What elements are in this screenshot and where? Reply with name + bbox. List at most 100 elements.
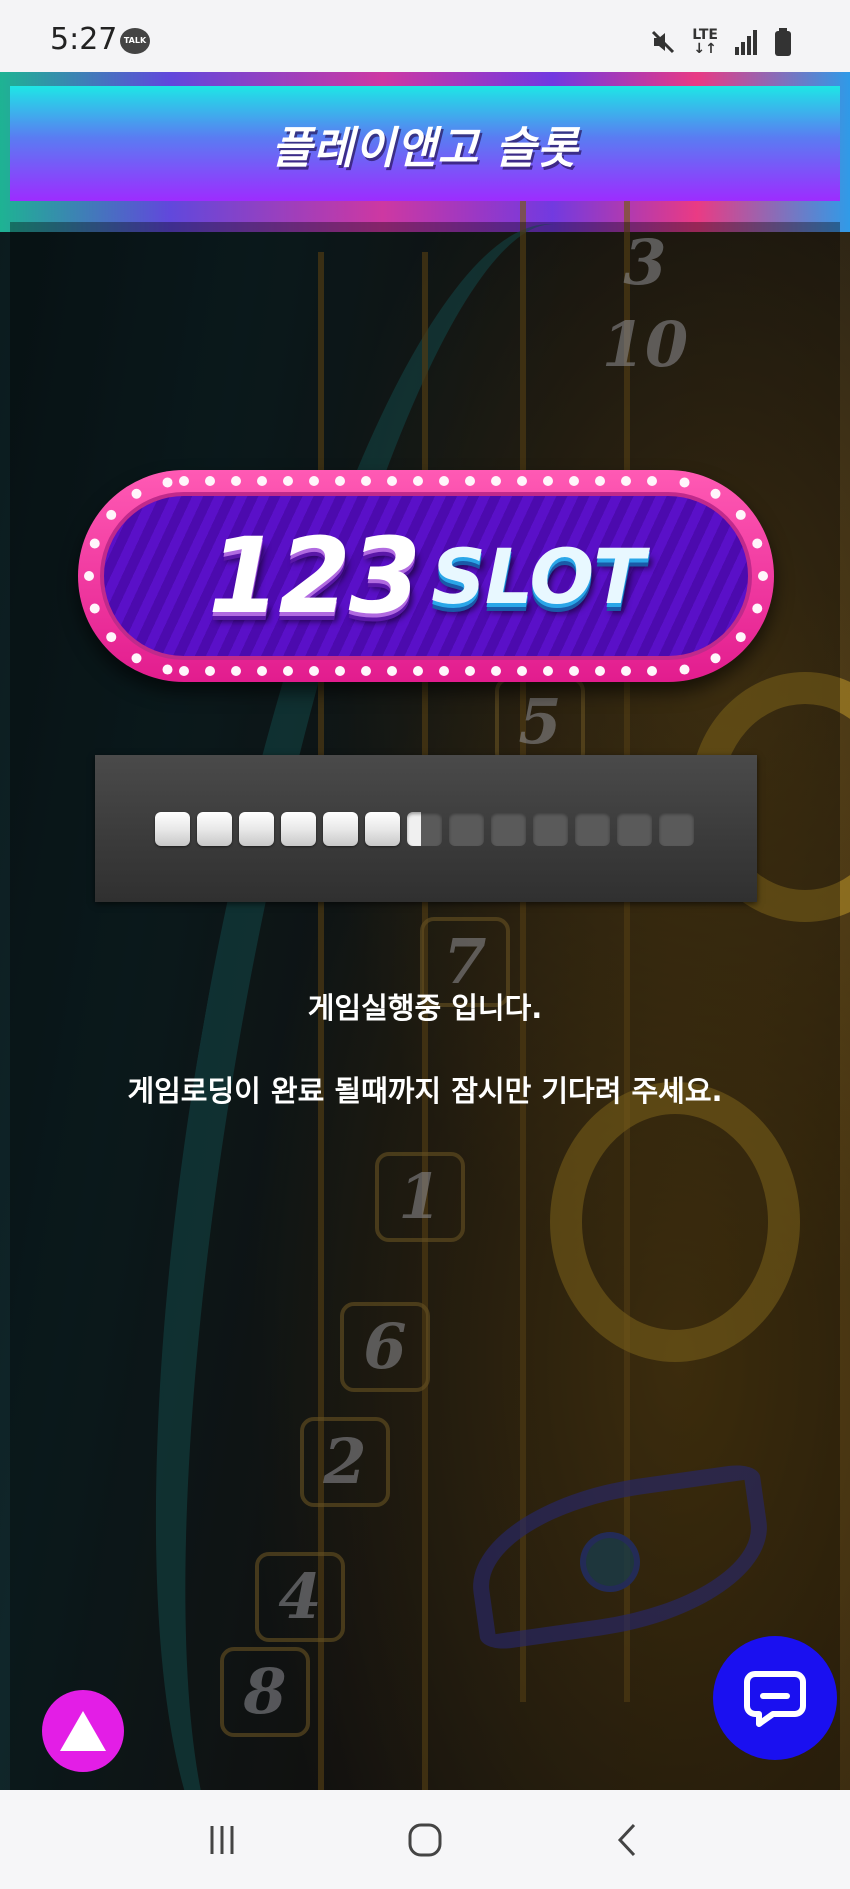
back-icon [618,1823,636,1856]
marquee-bulb [89,603,100,614]
page-title: 플레이앤고 슬롯 [271,122,579,174]
loading-segment [407,812,442,846]
marquee-bulb [283,476,293,486]
logo-word: SLOT [431,531,645,621]
marquee-bulb [679,477,690,488]
loading-segment [533,812,568,846]
loading-segment [449,812,484,846]
marquee-bulb [413,476,423,486]
chat-bubble-icon [744,1671,806,1727]
loading-segment [365,812,400,846]
marquee-bulb [335,666,345,676]
marquee-bulb [439,476,449,486]
marquee-bulb [106,632,117,643]
marquee-bulb [84,571,94,581]
back-button[interactable] [598,1810,658,1870]
loading-segment [239,812,274,846]
marquee-bulb [710,653,721,664]
battery-icon [774,28,792,56]
marquee-bulb [89,538,100,549]
marquee-bulb [569,476,579,486]
marquee-bulb [309,476,319,486]
triangle-up-icon [60,1711,106,1751]
marquee-bulb [257,476,267,486]
loading-segment [617,812,652,846]
marquee-bulb [439,666,449,676]
marquee-bulb [735,632,746,643]
marquee-bulb [231,476,241,486]
marquee-bulb [361,666,371,676]
marquee-bulb [309,666,319,676]
marquee-bulb [205,666,215,676]
loading-segments [155,812,694,846]
marquee-bulb [647,476,657,486]
loading-segment [659,812,694,846]
lte-label: LTE [692,27,718,43]
system-nav-bar [0,1790,850,1889]
marquee-bulb [569,666,579,676]
marquee-bulb [543,476,553,486]
loading-segment [575,812,610,846]
page-header: 플레이앤고 슬롯 [10,86,840,201]
marquee-bulb [491,666,501,676]
loading-segment [323,812,358,846]
marquee-bulb [131,488,142,499]
status-icons: LTE ↓↑ [650,26,792,58]
marquee-bulb [387,476,397,486]
marquee-bulb [465,476,475,486]
game-area: 3 10 5 7 1 6 2 4 8 [0,72,850,1790]
loading-segment [155,812,190,846]
marquee-bulb [162,477,173,488]
home-button[interactable] [395,1810,455,1870]
wait-message: 게임로딩이 완료 될때까지 잠시만 기다려 주세요. [127,1074,723,1108]
recents-button[interactable] [192,1810,252,1870]
marquee-bulb [595,476,605,486]
mute-icon [650,29,676,55]
marquee-bulb [361,476,371,486]
marquee-bulb [491,476,501,486]
game-logo: 123 SLOT [78,470,774,682]
marquee-bulb [710,488,721,499]
signal-icon [734,29,758,55]
marquee-bulb [131,653,142,664]
marquee-bulb [595,666,605,676]
logo-number: 123 [208,515,421,637]
marquee-bulb [179,476,189,486]
marquee-bulb [231,666,241,676]
marquee-bulb [205,476,215,486]
marquee-bulb [179,666,189,676]
scroll-top-button[interactable] [42,1690,124,1772]
marquee-bulb [517,476,527,486]
loading-message: 게임실행중 입니다. [307,991,543,1025]
marquee-bulb [257,666,267,676]
marquee-bulb [517,666,527,676]
marquee-bulb [283,666,293,676]
marquee-bulb [335,476,345,486]
marquee-bulb [752,538,763,549]
logo-plate: 123 SLOT [100,492,752,660]
marquee-bulb [387,666,397,676]
recents-icon [210,1825,234,1854]
marquee-bulb [543,666,553,676]
screen: 5:27 TALK LTE ↓↑ 3 10 5 7 1 6 2 4 8 플레이앤… [0,0,850,1889]
marquee-bulb [621,666,631,676]
lte-icon: LTE ↓↑ [692,27,718,57]
loading-segment [197,812,232,846]
kakaotalk-icon: TALK [120,28,150,54]
status-time: 5:27 [50,22,118,57]
marquee-bulb [735,509,746,520]
marquee-bulb [752,603,763,614]
marquee-bulb [162,664,173,675]
marquee-bulb [679,664,690,675]
home-icon [408,1823,442,1856]
loading-segment [281,812,316,846]
loading-segment [491,812,526,846]
marquee-bulb [106,509,117,520]
marquee-bulb [621,476,631,486]
loading-bar [95,755,757,902]
chat-button[interactable] [713,1636,837,1760]
marquee-bulb [647,666,657,676]
marquee-bulb [758,571,768,581]
marquee-bulb [413,666,423,676]
marquee-bulb [465,666,475,676]
